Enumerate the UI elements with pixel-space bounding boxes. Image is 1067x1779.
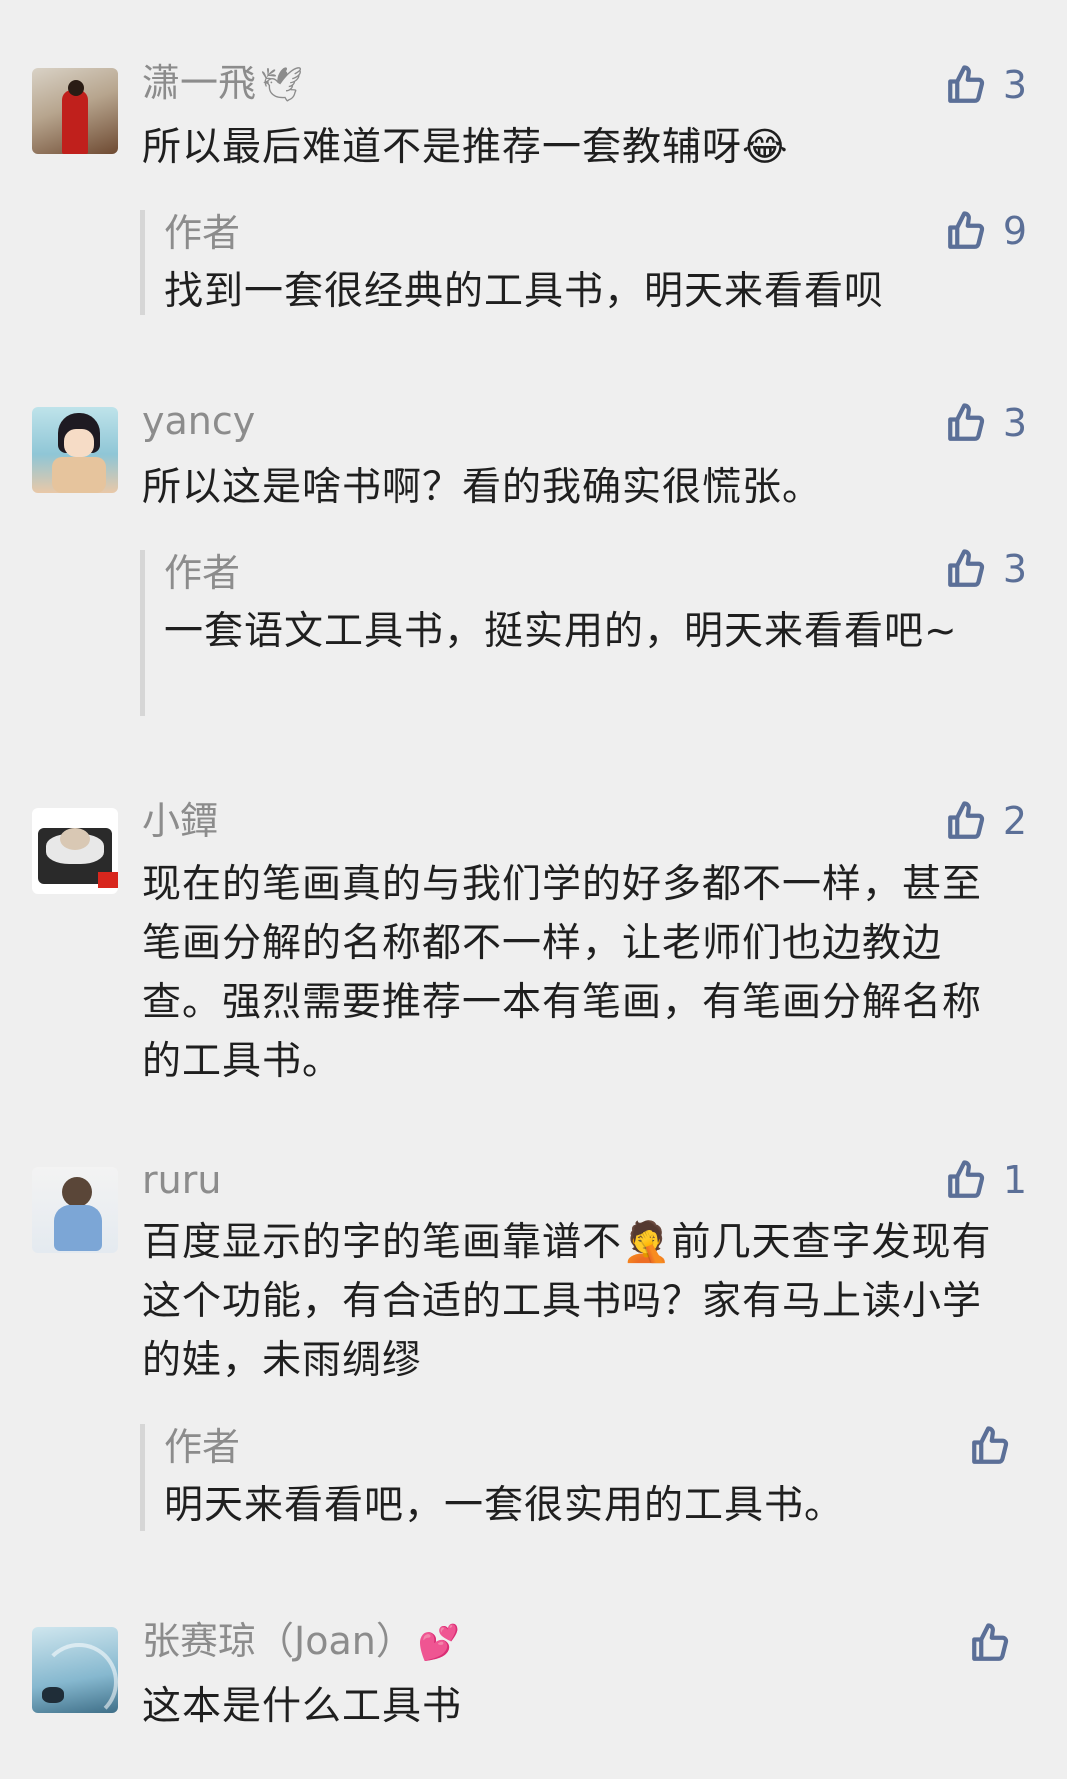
like-button[interactable] [969,1622,1027,1664]
comment-nickname[interactable]: ruru [142,1157,221,1203]
like-count: 2 [1002,799,1027,843]
like-button[interactable]: 2 [945,800,1027,842]
comment-nickname[interactable]: 潇一飛 🕊 [142,60,303,108]
like-count: 3 [1002,401,1027,445]
comment-nickname[interactable]: 小鐔 [142,798,218,844]
like-button[interactable]: 3 [945,64,1027,106]
reply-text: 找到一套很经典的工具书，明天来看看呗 [164,269,885,314]
reply-like-button[interactable]: 3 [945,548,1027,590]
reply-author: 作者 [164,1425,241,1469]
thumbs-up-icon [947,65,984,103]
like-button[interactable]: 1 [945,1159,1027,1201]
comment-text: 所以这是啥书啊？看的我确实很慌张。 [142,465,823,510]
reply-text: 一套语文工具书，挺实用的，明天来看看吧~ [164,609,958,654]
avatar[interactable] [32,1627,118,1713]
avatar[interactable] [32,407,118,493]
reply-like-button[interactable] [969,1425,1027,1467]
like-count: 3 [1002,547,1027,591]
reply-divider-bar [140,210,145,315]
comment-text: 所以最后难道不是推荐一套教辅呀😂 [142,125,789,170]
avatar[interactable] [32,1167,118,1253]
author-reply: 作者 找到一套很经典的工具书，明天来看看呗 [140,210,1030,315]
like-button[interactable]: 3 [945,402,1027,444]
comment-text: 百度显示的字的笔画靠谱不🤦前几天查字发现有这个功能，有合适的工具书吗？家有马上读… [142,1220,992,1383]
thumbs-up-icon [947,1160,984,1198]
reply-author: 作者 [164,211,241,255]
thumbs-up-icon [947,801,984,839]
thumbs-up-icon [972,1623,1009,1661]
avatar[interactable] [32,68,118,154]
author-reply: 作者 明天来看看吧，一套很实用的工具书。 [140,1424,1030,1531]
thumbs-up-icon [947,403,984,441]
reply-divider-bar [140,550,145,716]
author-reply: 作者 一套语文工具书，挺实用的，明天来看看吧~ [140,550,1030,716]
reply-text: 明天来看看吧，一套很实用的工具书。 [164,1483,845,1528]
thumbs-up-icon [947,549,984,587]
avatar[interactable] [32,808,118,894]
dove-emoji-icon: 🕊 [260,65,304,105]
reply-divider-bar [140,1424,145,1531]
comment-text: 这本是什么工具书 [142,1684,463,1729]
hearts-emoji-icon: 💕 [417,1623,461,1663]
comment-nickname[interactable]: 张赛琼（Joan） 💕 [142,1618,460,1666]
comment-text: 现在的笔画真的与我们学的好多都不一样，甚至笔画分解的名称都不一样，让老师们也边教… [142,862,983,1084]
comment-nickname[interactable]: yancy [142,398,255,444]
reply-like-button[interactable]: 9 [945,210,1027,252]
thumbs-up-icon [972,1426,1009,1464]
reply-author: 作者 [164,551,241,595]
like-count: 3 [1002,63,1027,107]
thumbs-up-icon [947,211,984,249]
like-count: 9 [1002,209,1027,253]
like-count: 1 [1002,1158,1027,1202]
